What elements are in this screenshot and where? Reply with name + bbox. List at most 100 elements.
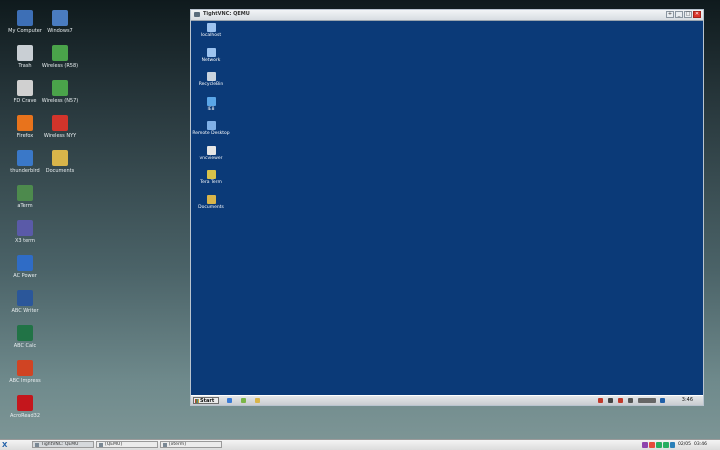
task-xterm[interactable]: [xterm] [160, 441, 222, 448]
remote-desktop-icon[interactable]: Documents [191, 194, 231, 210]
task-label: [QEMU] [105, 442, 123, 447]
quicklaunch-folder-icon[interactable] [255, 398, 260, 403]
task-label: TightVNC: QEMU [41, 442, 79, 447]
desktop-icon[interactable]: ABC Writer [3, 290, 47, 314]
vnc-app-icon [194, 12, 200, 17]
desktop-icon-label: Documents [45, 168, 75, 174]
tray-volume-icon[interactable] [670, 442, 675, 448]
desktop-icon-label: AC Power [13, 273, 37, 279]
remote-icon-label: vncviewer [199, 155, 223, 161]
tray-language-icon[interactable] [660, 398, 665, 403]
remote-desktop-icon[interactable]: Tera Term [191, 170, 231, 185]
remote-icon-label: RecycleBin [198, 82, 224, 87]
remote-desktop-icon[interactable]: Remote Desktop [191, 121, 231, 136]
firefox-icon [17, 115, 33, 131]
terminal-icon [17, 220, 33, 236]
window-titlebar[interactable]: TightVNC: QEMU + _ □ ✕ [191, 10, 703, 21]
qemu-app-icon [99, 443, 103, 447]
task-tightvnc[interactable]: TightVNC: QEMU [32, 441, 94, 448]
ie-icon [206, 96, 216, 106]
remote-desktop-icon[interactable]: vncviewer [191, 145, 231, 161]
trash-icon [17, 45, 33, 61]
desktop-icon-label: Wireless (N57) [41, 98, 79, 104]
wireless-icon [52, 80, 68, 96]
remote-icon-label: Remote Desktop [192, 131, 230, 136]
desktop-icon[interactable]: Documents [38, 150, 82, 174]
desktop-icon-label: X3 term [14, 238, 36, 244]
pin-button[interactable]: + [666, 11, 674, 18]
maximize-button[interactable]: □ [684, 11, 692, 18]
desktop-icon[interactable]: X3 term [3, 220, 47, 244]
taskbar-clock[interactable]: 03:46 [694, 441, 707, 448]
minimize-button[interactable]: _ [675, 11, 683, 18]
desktop-icon[interactable]: Wireless (N57) [38, 80, 82, 104]
network-icon [206, 47, 216, 57]
desktop-icon-label: AcroRead32 [9, 413, 40, 419]
desktop-icon[interactable]: ABC Impress [3, 360, 47, 384]
desktop-icon[interactable]: AC Power [3, 255, 47, 279]
wireless-error-icon [52, 115, 68, 131]
tray-input-icon[interactable] [638, 398, 656, 403]
desktop-icon[interactable]: aTerm [3, 185, 47, 209]
writer-icon [17, 290, 33, 306]
taskbar-date[interactable]: 02/05 [678, 441, 691, 448]
remote-desktop-icon[interactable]: Network [191, 47, 231, 63]
tray-network-icon[interactable] [663, 442, 669, 448]
impress-icon [17, 360, 33, 376]
folder-icon [206, 194, 216, 204]
remote-icon-label: Documents [198, 204, 224, 210]
remote-desktop-icon [206, 121, 216, 130]
desktop-icon[interactable]: Wireless NYY [38, 115, 82, 139]
computer-icon [206, 23, 216, 32]
thunderbird-icon [17, 150, 33, 166]
windows-logo-icon [195, 399, 199, 403]
quicklaunch-desktop-icon[interactable] [241, 398, 246, 403]
start-button[interactable]: Start [193, 397, 219, 404]
desktop-icon-label: ABC Impress [9, 378, 41, 384]
remote-desktop[interactable]: localhost Network RecycleBin IE8 Remote Desk… [191, 21, 703, 396]
tray-app-icon[interactable] [642, 442, 648, 448]
remote-icon-label: Tera Term [200, 180, 222, 185]
desktop-icon[interactable]: Windows7 [38, 10, 82, 34]
teraterm-icon [206, 170, 216, 179]
remote-taskbar: Start 3:46 [191, 395, 703, 405]
terminal-icon [17, 185, 33, 201]
monitor-icon [52, 10, 68, 26]
launcher-button[interactable]: X [2, 441, 7, 449]
desktop-icon-label: ABC Writer [11, 308, 39, 314]
vnc-app-icon [35, 443, 39, 447]
remote-icon-label: Network [201, 57, 221, 63]
desktop-icon[interactable]: Wireless (R58) [38, 45, 82, 69]
power-icon [17, 255, 33, 271]
drive-icon [17, 80, 33, 96]
pdf-icon [17, 395, 33, 411]
quicklaunch-ie-icon[interactable] [227, 398, 232, 403]
recycle-bin-icon [206, 72, 216, 81]
remote-desktop-icon[interactable]: IE8 [191, 96, 231, 112]
desktop-icon-label: Wireless NYY [43, 133, 77, 139]
tray-speaker-icon[interactable] [608, 398, 613, 403]
remote-icon-label: localhost [200, 33, 222, 38]
calc-icon [17, 325, 33, 341]
desktop-icon[interactable]: ABC Calc [3, 325, 47, 349]
terminal-app-icon [163, 443, 167, 447]
tray-alert-icon[interactable] [598, 398, 603, 403]
task-qemu[interactable]: [QEMU] [96, 441, 158, 448]
tray-security-icon[interactable] [618, 398, 623, 403]
close-button[interactable]: ✕ [693, 11, 701, 18]
start-label: Start [200, 398, 215, 404]
desktop-icon[interactable]: AcroRead32 [3, 395, 47, 419]
host-taskbar: X TightVNC: QEMU [QEMU] [xterm] 02/05 03… [0, 439, 720, 450]
tray-battery-icon[interactable] [656, 442, 662, 448]
tray-alert-icon[interactable] [649, 442, 655, 448]
remote-desktop-icon[interactable]: localhost [191, 23, 231, 38]
desktop-icon-label: Windows7 [47, 28, 73, 34]
remote-desktop-icon[interactable]: RecycleBin [191, 72, 231, 87]
task-label: [xterm] [169, 442, 186, 447]
vnc-window[interactable]: TightVNC: QEMU + _ □ ✕ localhost Network R… [190, 9, 704, 406]
desktop-icon-label: Wireless (R58) [41, 63, 79, 69]
folder-icon [52, 150, 68, 166]
remote-clock[interactable]: 3:46 [682, 397, 693, 403]
tray-network-icon[interactable] [628, 398, 633, 403]
monitor-icon [17, 10, 33, 26]
